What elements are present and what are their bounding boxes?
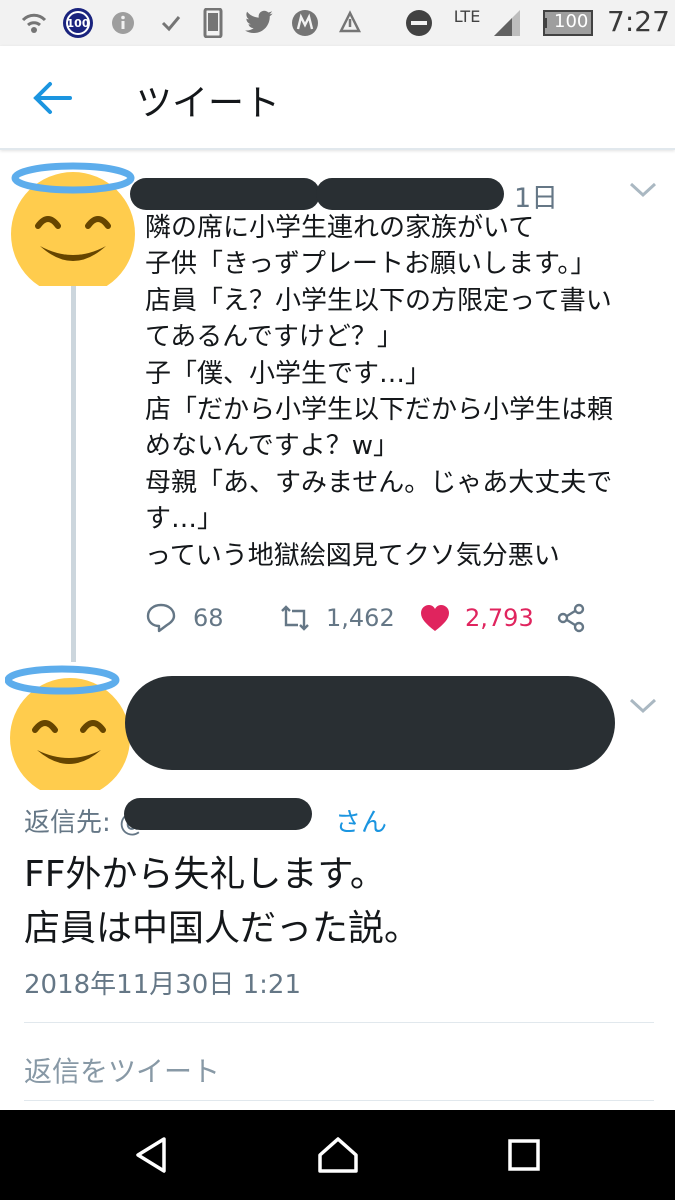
like-count: 2,793 <box>465 604 534 632</box>
tweet-line: 隣の席に小学生連れの家族がいて <box>145 213 535 243</box>
tweet-line: す…」 <box>145 504 224 535</box>
arrow-left-icon[interactable] <box>30 76 82 120</box>
heart-icon <box>421 605 449 631</box>
tweet-line: 子「僕、小学生です…」 <box>145 358 432 389</box>
phone-icon <box>200 8 226 38</box>
thread-line <box>71 286 76 662</box>
app-header: ツイート <box>0 46 675 150</box>
twitter-icon <box>242 8 276 38</box>
share-icon <box>557 603 585 633</box>
chevron-down-icon[interactable] <box>628 696 658 716</box>
info-icon <box>110 8 136 38</box>
redacted-author <box>125 676 615 770</box>
like-button[interactable]: 2,793 <box>419 596 534 640</box>
page-title: ツイート <box>136 83 281 124</box>
chevron-down-icon[interactable] <box>628 180 658 200</box>
tweet-line: 店「だから小学生以下だから小学生は頼 <box>145 395 614 426</box>
signal-icon <box>490 8 524 38</box>
back-nav-icon[interactable] <box>130 1133 174 1177</box>
tweet-line: 店員「え？小学生以下の方限定って書い <box>145 285 612 316</box>
reply-line: 店員は中国人だった説。 <box>24 908 421 949</box>
redacted-display-name <box>130 178 320 210</box>
wifi-calling-icon <box>18 8 50 38</box>
tweet-line: めないんですよ？w」 <box>145 431 399 462</box>
status-bar: 100 LTE 100 7:27 <box>0 0 675 46</box>
home-nav-icon[interactable] <box>316 1133 360 1177</box>
battery-icon: 100 <box>543 8 597 38</box>
tweet-line: っていう地獄絵図見てクソ気分悪い <box>145 540 560 571</box>
recents-nav-icon[interactable] <box>502 1133 546 1177</box>
divider <box>24 1100 654 1101</box>
reply-composer-input[interactable]: 返信をツイート <box>24 1050 220 1090</box>
retweet-count: 1,462 <box>326 604 395 632</box>
check-icon <box>158 8 184 38</box>
retweet-button[interactable]: 1,462 <box>278 596 395 640</box>
reply-to-suffix[interactable]: さん <box>335 808 387 838</box>
avatar-halo-emoji-icon[interactable] <box>5 660 135 790</box>
m-app-icon <box>290 8 320 38</box>
data-icon <box>336 8 364 38</box>
tweet-text: 隣の席に小学生連れの家族がいて 子供「きっずプレートお願いします。」 店員「え？… <box>145 210 665 574</box>
notification-badge-count: 100 <box>66 16 90 30</box>
reply-count: 68 <box>193 604 224 632</box>
retweet-icon <box>281 605 309 631</box>
tweet-line: 子供「きっずプレートお願いします。」 <box>145 249 597 280</box>
reply-button[interactable]: 68 <box>145 596 224 640</box>
redacted-username <box>316 178 504 210</box>
reply-line: FF外から失礼します。 <box>24 854 386 895</box>
clock: 7:27 <box>607 5 670 38</box>
redacted-mention <box>124 798 312 830</box>
battery-level: 100 <box>554 11 589 32</box>
navigation-bar <box>0 1110 675 1200</box>
network-type-label: LTE <box>453 6 481 26</box>
tweet-line: 母親「あ、すみません。じゃあ大丈夫で <box>145 467 613 498</box>
tweet-timestamp: 2018年11月30日 1:21 <box>24 970 301 1000</box>
avatar-halo-emoji-icon[interactable] <box>8 156 138 286</box>
reply-text: FF外から失礼します。 店員は中国人だった説。 <box>24 848 420 956</box>
tweet-line: てあるんですけど？」 <box>145 322 403 353</box>
do-not-disturb-icon <box>404 8 434 38</box>
divider <box>24 1022 654 1023</box>
notification-badge-icon: 100 <box>62 8 94 38</box>
reply-icon <box>146 603 176 633</box>
share-button[interactable] <box>555 596 587 640</box>
